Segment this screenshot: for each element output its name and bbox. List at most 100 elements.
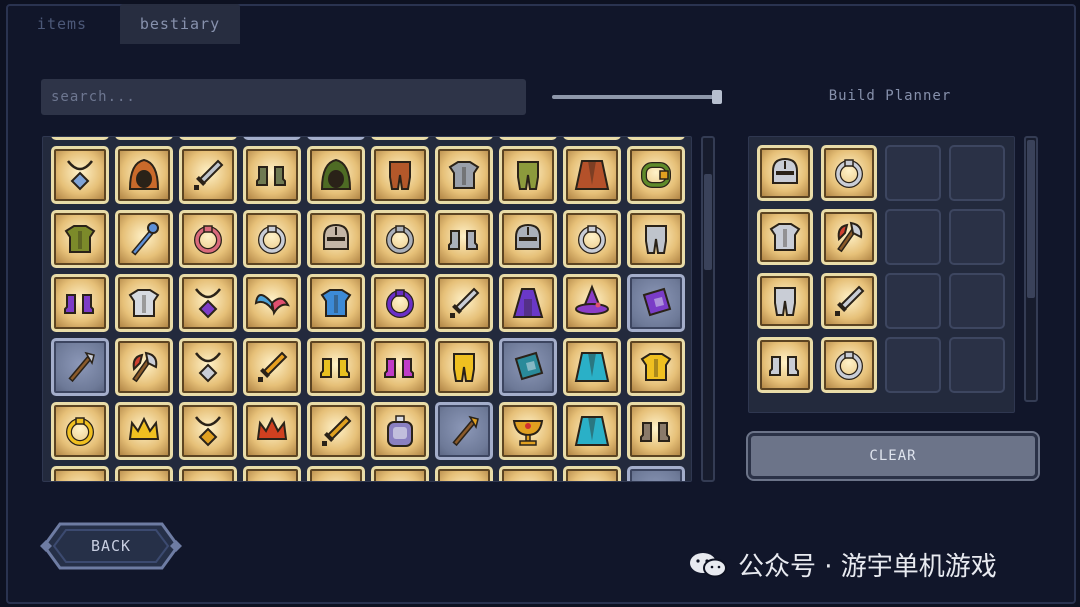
build-slot[interactable]: [885, 273, 941, 329]
build-slot[interactable]: [885, 145, 941, 201]
build-slot[interactable]: [757, 145, 813, 201]
item-slot[interactable]: [243, 210, 301, 268]
slider-thumb[interactable]: [712, 90, 722, 104]
item-slot[interactable]: [371, 466, 429, 481]
item-slot[interactable]: [563, 402, 621, 460]
item-slot[interactable]: [499, 146, 557, 204]
build-slot[interactable]: [821, 273, 877, 329]
item-slot[interactable]: [435, 137, 493, 140]
item-slot[interactable]: [115, 338, 173, 396]
item-slot[interactable]: [499, 338, 557, 396]
item-slot[interactable]: [371, 146, 429, 204]
item-slot[interactable]: [499, 402, 557, 460]
item-slot[interactable]: [371, 137, 429, 140]
build-planner-scroll-thumb[interactable]: [1027, 140, 1035, 298]
item-slot[interactable]: [627, 137, 685, 140]
item-slot[interactable]: [243, 137, 301, 140]
item-slot[interactable]: [307, 146, 365, 204]
item-slot[interactable]: [179, 402, 237, 460]
item-slot[interactable]: [243, 338, 301, 396]
item-slot[interactable]: [179, 210, 237, 268]
item-slot[interactable]: [499, 137, 557, 140]
item-slot[interactable]: [563, 137, 621, 140]
item-slot[interactable]: [179, 146, 237, 204]
build-slot[interactable]: [949, 209, 1005, 265]
item-slot[interactable]: [307, 137, 365, 140]
item-slot[interactable]: [435, 274, 493, 332]
item-slot[interactable]: [179, 338, 237, 396]
build-slot[interactable]: [757, 337, 813, 393]
item-slot[interactable]: [307, 274, 365, 332]
item-slot[interactable]: [563, 274, 621, 332]
chest-armor-icon: [64, 225, 96, 253]
back-button[interactable]: BACK: [38, 520, 184, 572]
cape-icon: [574, 160, 610, 190]
item-slot[interactable]: [243, 466, 301, 481]
item-slot[interactable]: [115, 274, 173, 332]
build-planner-scrollbar[interactable]: [1024, 136, 1038, 402]
item-slot[interactable]: [115, 137, 173, 140]
item-grid-scroll-thumb[interactable]: [704, 174, 712, 270]
item-slot[interactable]: [627, 146, 685, 204]
item-grid-scrollbar[interactable]: [701, 136, 715, 482]
item-slot[interactable]: [563, 146, 621, 204]
item-slot[interactable]: [115, 402, 173, 460]
tab-bestiary[interactable]: bestiary: [120, 4, 240, 44]
item-slot[interactable]: [243, 402, 301, 460]
item-slot[interactable]: [371, 274, 429, 332]
item-slot[interactable]: [627, 210, 685, 268]
build-slot[interactable]: [885, 337, 941, 393]
build-slot[interactable]: [885, 209, 941, 265]
item-slot[interactable]: [307, 210, 365, 268]
item-slot[interactable]: [563, 338, 621, 396]
item-slot[interactable]: [179, 466, 237, 481]
build-slot[interactable]: [821, 209, 877, 265]
item-slot[interactable]: [435, 210, 493, 268]
item-slot[interactable]: [435, 466, 493, 481]
build-slot[interactable]: [949, 145, 1005, 201]
item-slot[interactable]: [51, 146, 109, 204]
item-slot[interactable]: [627, 466, 685, 481]
item-slot[interactable]: [435, 338, 493, 396]
zoom-slider[interactable]: [552, 90, 722, 104]
build-slot[interactable]: [757, 209, 813, 265]
build-slot[interactable]: [757, 273, 813, 329]
item-slot[interactable]: [563, 466, 621, 481]
item-slot[interactable]: [51, 274, 109, 332]
build-slot[interactable]: [949, 337, 1005, 393]
item-slot[interactable]: [563, 210, 621, 268]
amulet-icon: [195, 288, 221, 319]
item-slot[interactable]: [51, 210, 109, 268]
item-slot[interactable]: [51, 137, 109, 140]
item-slot[interactable]: [115, 466, 173, 481]
item-slot[interactable]: [371, 210, 429, 268]
item-slot[interactable]: [627, 338, 685, 396]
item-slot[interactable]: [51, 402, 109, 460]
item-slot[interactable]: [51, 338, 109, 396]
build-slot[interactable]: [821, 145, 877, 201]
search-input[interactable]: [41, 79, 526, 115]
item-slot[interactable]: [307, 466, 365, 481]
item-slot[interactable]: [435, 402, 493, 460]
item-slot[interactable]: [307, 402, 365, 460]
item-slot[interactable]: [499, 274, 557, 332]
item-slot[interactable]: [627, 274, 685, 332]
item-slot[interactable]: [51, 466, 109, 481]
build-slot[interactable]: [949, 273, 1005, 329]
item-slot[interactable]: [371, 338, 429, 396]
item-slot[interactable]: [115, 146, 173, 204]
item-slot[interactable]: [499, 466, 557, 481]
item-slot[interactable]: [179, 274, 237, 332]
clear-button[interactable]: CLEAR: [746, 431, 1040, 481]
item-slot[interactable]: [307, 338, 365, 396]
item-slot[interactable]: [435, 146, 493, 204]
item-slot[interactable]: [115, 210, 173, 268]
item-slot[interactable]: [371, 402, 429, 460]
item-slot[interactable]: [243, 146, 301, 204]
item-slot[interactable]: [499, 210, 557, 268]
item-slot[interactable]: [179, 137, 237, 140]
build-slot[interactable]: [821, 337, 877, 393]
item-slot[interactable]: [627, 402, 685, 460]
tab-items[interactable]: items: [10, 4, 114, 44]
item-slot[interactable]: [243, 274, 301, 332]
